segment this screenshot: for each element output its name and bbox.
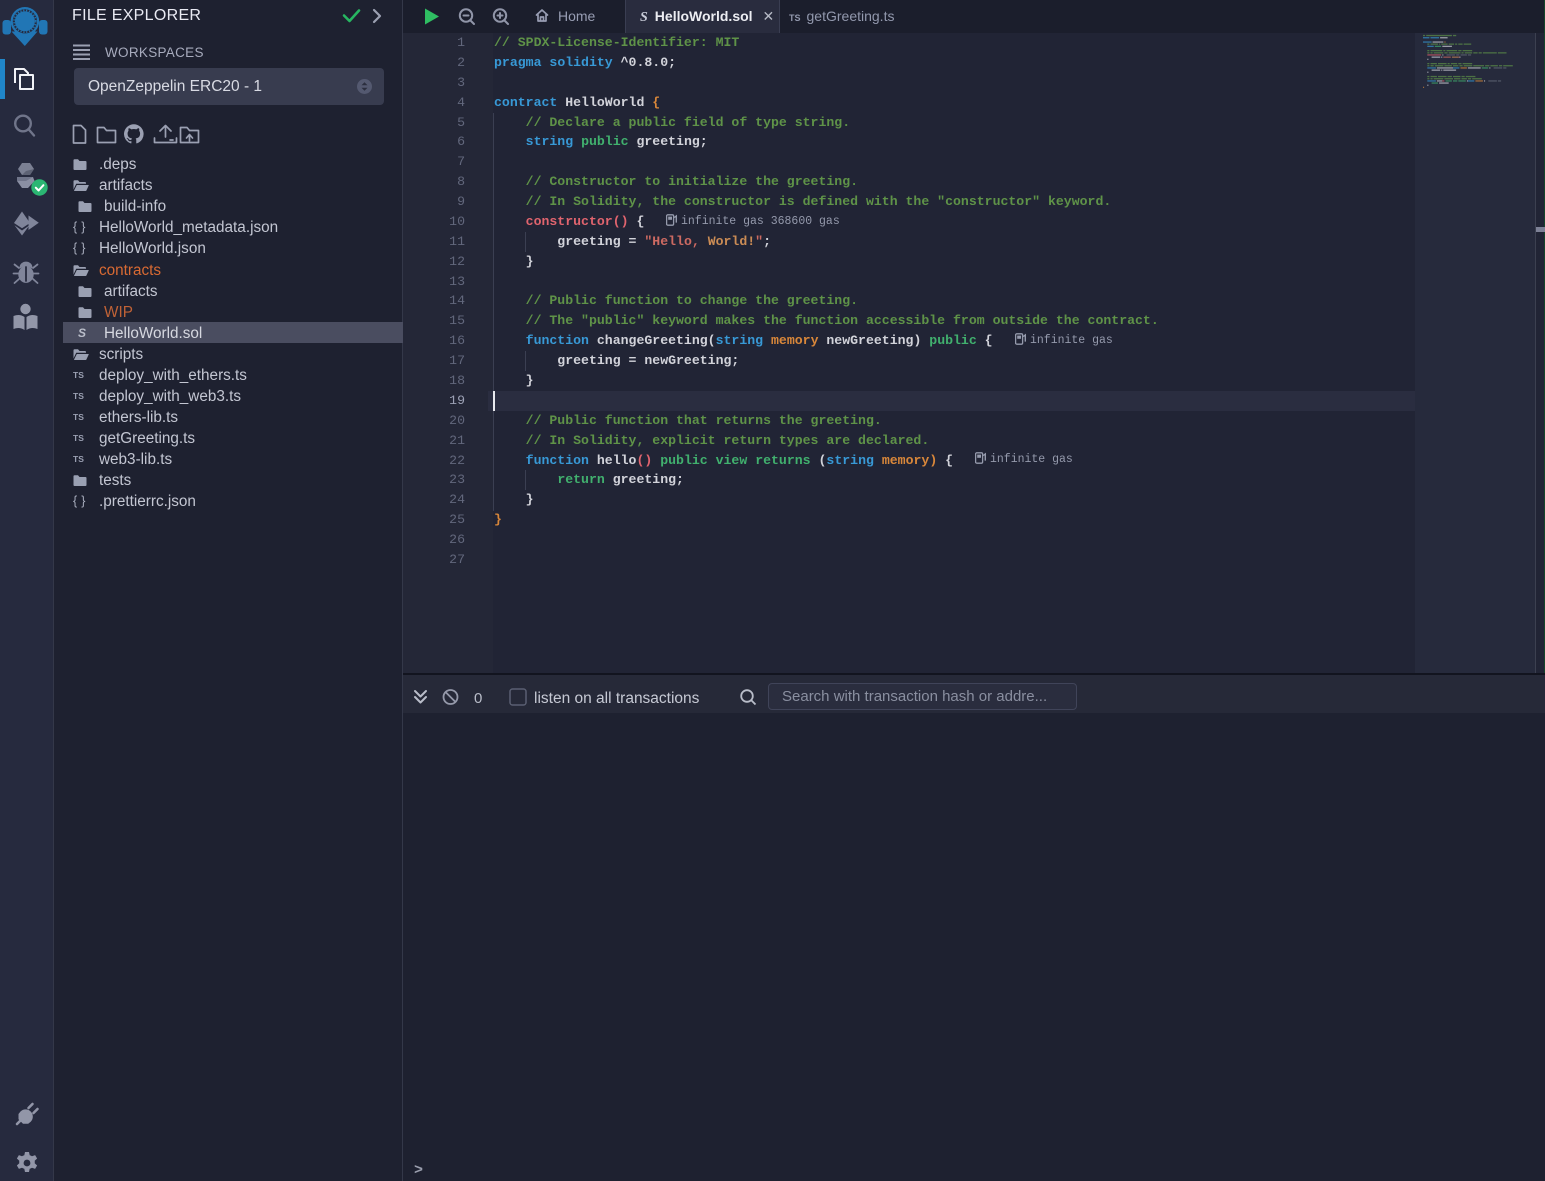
svg-text:listen on all transactions: listen on all transactions xyxy=(534,690,700,707)
svg-text:0: 0 xyxy=(474,690,482,707)
